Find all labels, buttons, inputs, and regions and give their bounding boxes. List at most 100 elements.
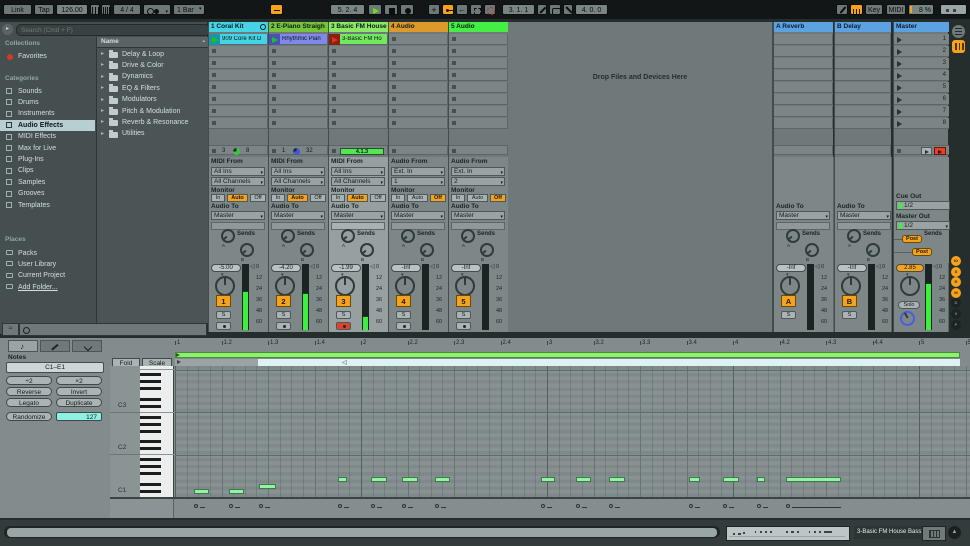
solo-button[interactable]: S [216, 311, 231, 319]
folder-item-delay-loop[interactable]: ▸Delay & Loop [97, 49, 208, 60]
sidebar-item-max-for-live[interactable]: Max for Live [0, 143, 95, 154]
send-b-knob[interactable] [300, 243, 314, 257]
clip-overview-minimap[interactable] [726, 526, 850, 541]
clip-slot[interactable] [269, 82, 328, 93]
clip-slot[interactable] [329, 58, 388, 69]
clip-stop-button[interactable] [272, 121, 276, 125]
master-out-select[interactable]: ▾1/2 [896, 221, 950, 230]
clip-slot[interactable] [449, 118, 508, 129]
piano-key-black[interactable] [140, 483, 161, 486]
volume-field[interactable]: -Inf [776, 264, 806, 272]
track-header[interactable]: 1 Coral Kit [209, 22, 268, 32]
clip-stop-button[interactable] [392, 85, 396, 89]
punch-in-button[interactable] [537, 4, 547, 15]
velocity-marker[interactable] [402, 504, 406, 508]
piano-key-black[interactable] [140, 440, 161, 443]
clip-stop-button[interactable] [392, 49, 396, 53]
tempo-field[interactable]: 126.00 [56, 4, 88, 15]
volume-handle[interactable]: ◁ [490, 263, 495, 270]
clip-stop-button[interactable] [332, 97, 336, 101]
legato-button[interactable]: Legato [6, 398, 52, 407]
folder-item-reverb-resonance[interactable]: ▸Reverb & Resonance [97, 117, 208, 128]
sidebar-item-add-folder[interactable]: Add Folder... [0, 282, 95, 293]
clip-slot[interactable] [449, 46, 508, 57]
clip-slot[interactable] [269, 94, 328, 105]
monitor-in-button[interactable]: In [271, 194, 285, 202]
sidebar-item-packs[interactable]: Packs [0, 248, 95, 259]
velocity-marker[interactable] [757, 504, 761, 508]
clip-slot[interactable] [389, 58, 448, 69]
velocity-marker[interactable] [338, 504, 342, 508]
velocity-marker[interactable] [371, 504, 375, 508]
clip-stop-button[interactable] [212, 49, 216, 53]
midi-note[interactable] [689, 477, 700, 482]
cue-out-select[interactable]: 1/2 [896, 201, 950, 210]
clip-slot[interactable] [449, 82, 508, 93]
midi-note[interactable] [259, 484, 276, 489]
return-track-header[interactable]: B Delay [835, 22, 891, 32]
solo-button[interactable]: S [396, 311, 411, 319]
clip-stop-button[interactable] [452, 61, 456, 65]
tap-tempo-button[interactable]: Tap [34, 4, 54, 15]
crossfade-slot[interactable] [391, 222, 445, 230]
solo-button[interactable]: S [842, 311, 857, 319]
monitor-off-button[interactable]: Off [370, 194, 386, 202]
send-b-knob[interactable] [240, 243, 254, 257]
clip-slot[interactable] [209, 106, 268, 117]
browser-collapse-button[interactable]: ▸ [2, 24, 13, 35]
input-type-select[interactable]: All Ins▾ [271, 167, 325, 176]
clip-stop-button[interactable] [452, 97, 456, 101]
send-b-knob[interactable] [480, 243, 494, 257]
key-map-button[interactable]: Key [865, 4, 883, 15]
clip-stop-button[interactable] [452, 85, 456, 89]
input-type-select[interactable]: All Ins▾ [331, 167, 385, 176]
scene-slot[interactable]: 8 [894, 118, 949, 129]
clip-stop-button[interactable] [272, 97, 276, 101]
velocity-marker[interactable] [689, 504, 693, 508]
folder-item-eq-filters[interactable]: ▸EQ & Filters [97, 83, 208, 94]
mixer-section-toggle-m[interactable]: M [951, 288, 961, 298]
midi-note[interactable] [435, 477, 450, 482]
clip-slot[interactable] [389, 94, 448, 105]
monitor-auto-button[interactable]: Auto [347, 194, 368, 202]
crossfade-slot[interactable] [271, 222, 325, 230]
note-grid[interactable] [175, 366, 970, 497]
clip-slot[interactable] [389, 34, 448, 45]
monitor-off-button[interactable]: Off [310, 194, 326, 202]
clip-slot[interactable]: 909 Core Kit D [209, 34, 268, 45]
send-a-post-button[interactable]: Post [902, 235, 922, 243]
track-activator-button[interactable]: 3 [336, 295, 351, 307]
folder-item-pitch-modulation[interactable]: ▸Pitch & Modulation [97, 106, 208, 117]
clip-slot[interactable] [209, 82, 268, 93]
send-a-knob[interactable] [786, 229, 800, 243]
draw-mode-button[interactable] [836, 4, 848, 15]
clip-slot[interactable] [329, 94, 388, 105]
return-activator-button[interactable]: B [842, 295, 857, 307]
clip-slot[interactable] [389, 118, 448, 129]
nudge-up-button[interactable] [101, 4, 111, 15]
capture-midi-button[interactable] [470, 4, 482, 15]
piano-key-black[interactable] [140, 423, 161, 426]
send-b-knob[interactable] [360, 243, 374, 257]
volume-field[interactable]: 2.85 [896, 264, 924, 272]
send-a-knob[interactable] [281, 229, 295, 243]
arm-button[interactable] [396, 322, 411, 330]
metronome-button[interactable]: ▾ [143, 4, 171, 15]
groove-pool-bar[interactable] [19, 323, 207, 336]
mixer-section-toggle-io[interactable]: IO [951, 256, 961, 266]
velocity-marker[interactable] [435, 504, 439, 508]
send-b-knob[interactable] [805, 243, 819, 257]
clip-slot[interactable] [269, 46, 328, 57]
output-type-select[interactable]: Master▾ [837, 211, 891, 220]
loop-start-field[interactable]: 3. 1. 1 [502, 4, 535, 15]
sidebar-item-grooves[interactable]: Grooves [0, 189, 95, 200]
arrangement-position-field[interactable]: 5. 2. 4 [330, 4, 365, 15]
mixer-section-toggle-s[interactable]: S [951, 267, 961, 277]
velocity-marker[interactable] [259, 504, 263, 508]
clip-slot[interactable] [329, 118, 388, 129]
solo-button[interactable]: Solo [898, 301, 920, 309]
clip-stop-button[interactable] [272, 49, 276, 53]
monitor-off-button[interactable]: Off [250, 194, 266, 202]
scene-slot[interactable]: 6 [894, 94, 949, 105]
input-channel-select[interactable]: 2▾ [451, 177, 505, 186]
